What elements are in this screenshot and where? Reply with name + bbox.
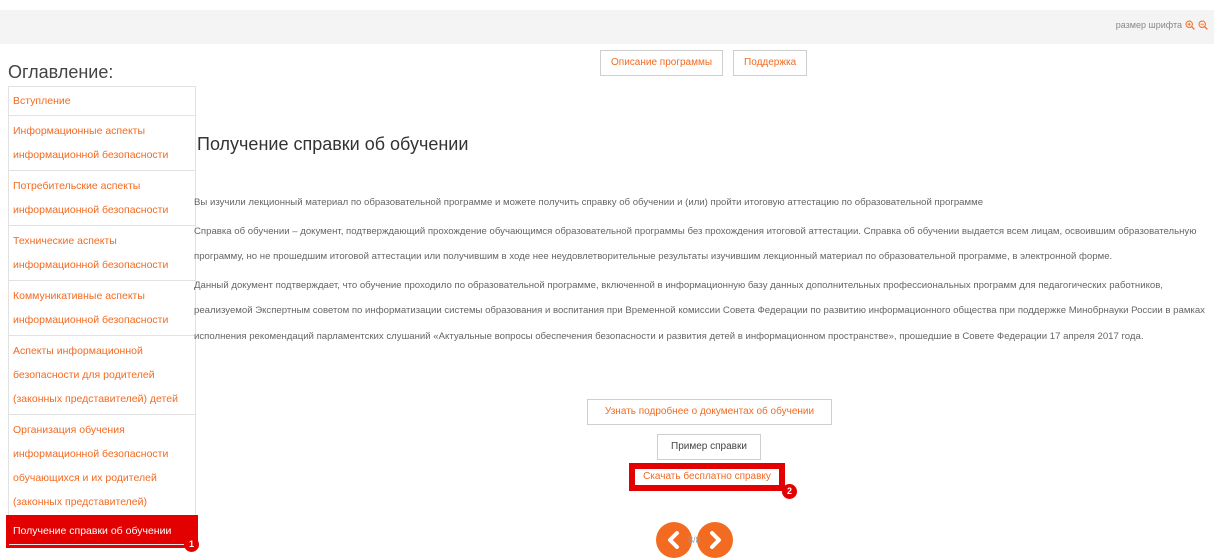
paragraph-3: Данный документ подтверждает, что обучен… <box>194 279 1205 342</box>
toc-item-certificate[interactable]: Получение справки об обучении <box>6 515 198 548</box>
toc-item-information-aspects[interactable]: Информационные аспекты информационной бе… <box>9 116 195 171</box>
toc-item-parents-aspects[interactable]: Аспекты информационной безопасности для … <box>9 336 195 415</box>
pagination: 8/8 <box>656 522 733 558</box>
font-size-control: размер шрифта <box>1116 20 1208 30</box>
page-indicator: 8/8 <box>688 535 701 545</box>
program-description-button[interactable]: Описание программы <box>600 50 724 76</box>
font-size-label: размер шрифта <box>1115 20 1182 30</box>
next-page-button[interactable] <box>696 522 733 558</box>
toc-title: Оглавление: <box>8 62 114 82</box>
download-certificate-button[interactable]: Скачать бесплатно справку <box>629 463 785 491</box>
paragraph-2: Справка об обучении – документ, подтверж… <box>194 225 1197 263</box>
more-about-documents-button[interactable]: Узнать подробнее о документах об обучени… <box>587 399 832 425</box>
main-content: Вы изучили лекционный материал по образо… <box>194 190 1210 352</box>
chevron-left-icon <box>668 531 679 549</box>
toc-item-consumer-aspects[interactable]: Потребительские аспекты информационной б… <box>9 171 195 226</box>
chevron-right-icon <box>709 531 721 549</box>
prev-page-button[interactable] <box>656 522 692 558</box>
table-of-contents: Вступление Информационные аспекты информ… <box>6 86 198 548</box>
toc-item-intro[interactable]: Вступление <box>9 87 195 116</box>
zoom-in-icon[interactable] <box>1185 20 1195 30</box>
certificate-example-button[interactable]: Пример справки <box>657 434 761 460</box>
support-button[interactable]: Поддержка <box>733 50 808 76</box>
toc-item-communicative-aspects[interactable]: Коммуникативные аспекты информационной б… <box>9 281 195 336</box>
top-bar: размер шрифта <box>0 10 1214 44</box>
paragraph-1: Вы изучили лекционный материал по образо… <box>194 197 984 208</box>
page-title: Получение справки об обучении <box>197 134 469 154</box>
top-buttons: Описание программы Поддержка <box>600 50 808 76</box>
annotation-badge-2: 2 <box>782 484 797 499</box>
toc-item-training-organization[interactable]: Организация обучения информационной безо… <box>9 415 195 518</box>
zoom-out-icon[interactable] <box>1198 20 1208 30</box>
annotation-badge-1: 1 <box>184 537 199 552</box>
toc-item-technical-aspects[interactable]: Технические аспекты информационной безоп… <box>9 226 195 281</box>
